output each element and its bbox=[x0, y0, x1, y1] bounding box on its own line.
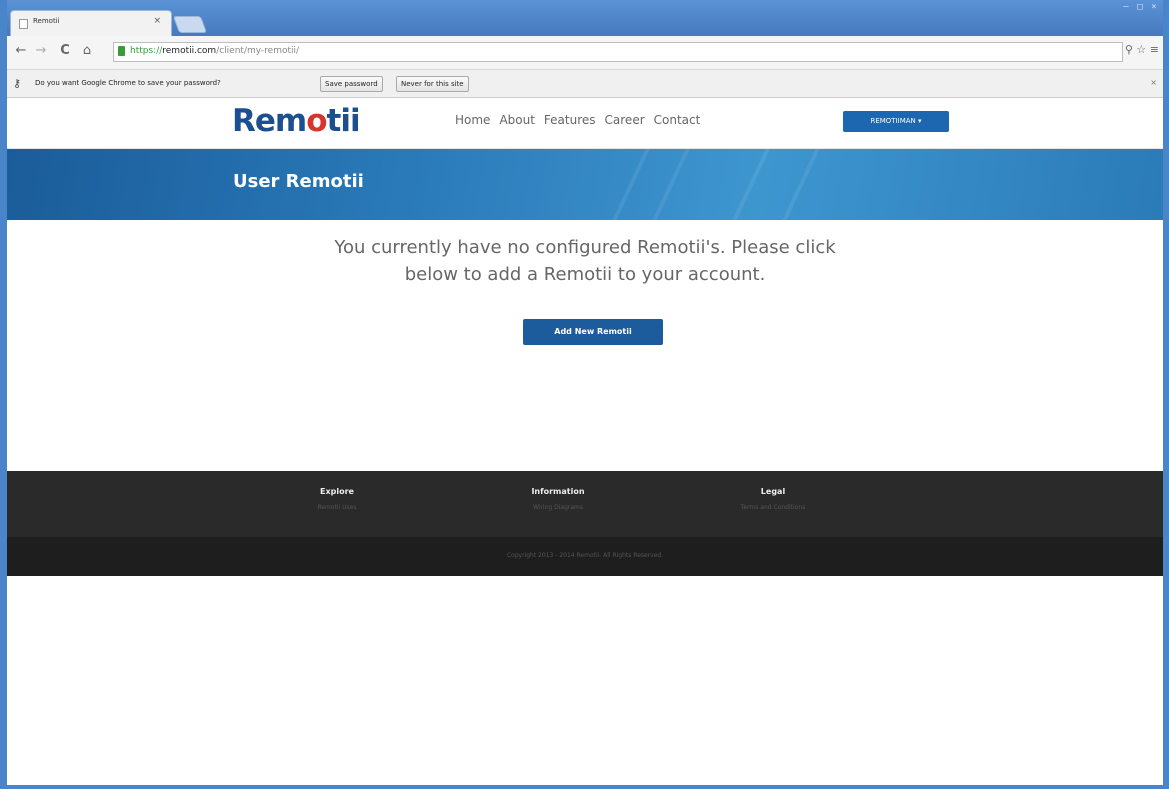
logo-text-end: tii bbox=[326, 103, 361, 139]
footer-heading: Information bbox=[531, 487, 585, 496]
page-banner: User Remotii bbox=[7, 149, 1163, 220]
banner-decoration bbox=[646, 149, 692, 220]
browser-toolbar: ← → C ⌂ https://remotii.com/client/my-re… bbox=[7, 36, 1163, 70]
close-window-icon[interactable]: × bbox=[1147, 2, 1161, 12]
footer-column-explore: Explore Remotii Uses bbox=[257, 487, 417, 511]
save-password-button[interactable]: Save password bbox=[320, 76, 383, 92]
nav-home[interactable]: Home bbox=[455, 113, 490, 127]
infobar-message: Do you want Google Chrome to save your p… bbox=[35, 79, 221, 87]
banner-decoration bbox=[606, 149, 652, 220]
close-tab-icon[interactable]: × bbox=[153, 16, 161, 26]
user-menu-button[interactable]: REMOTIIMAN ▾ bbox=[843, 111, 949, 132]
never-save-button[interactable]: Never for this site bbox=[396, 76, 469, 92]
maximize-icon[interactable]: □ bbox=[1133, 2, 1147, 12]
home-icon[interactable]: ⌂ bbox=[79, 43, 95, 59]
url-text: https://remotii.com/client/my-remotii/ bbox=[130, 46, 299, 56]
site-footer: Explore Remotii Uses Information Wiring … bbox=[7, 471, 1163, 537]
footer-link[interactable]: Wiring Diagrams bbox=[478, 504, 638, 511]
page-viewport: Remotii Home About Features Career Conta… bbox=[7, 98, 1163, 785]
main-nav: Home About Features Career Contact bbox=[455, 113, 700, 127]
footer-heading: Explore bbox=[320, 487, 354, 496]
url-path: /client/my-remotii/ bbox=[216, 46, 300, 56]
tab-title: Remotii bbox=[33, 17, 60, 25]
back-arrow-icon[interactable]: ← bbox=[13, 43, 29, 59]
lock-icon bbox=[118, 46, 125, 56]
copyright-text: Copyright 2013 - 2014 Remotii. All Right… bbox=[506, 552, 664, 559]
infobar-close-icon[interactable]: × bbox=[1150, 78, 1157, 87]
toolbar-icons[interactable]: ⚲ ☆ ≡ bbox=[1125, 43, 1159, 56]
footer-heading: Legal bbox=[760, 487, 786, 496]
footer-link[interactable]: Terms and Conditions bbox=[693, 504, 853, 511]
page-title: User Remotii bbox=[233, 171, 364, 192]
footer-column-information: Information Wiring Diagrams bbox=[478, 487, 638, 511]
footer-bottom-bar: Copyright 2013 - 2014 Remotii. All Right… bbox=[7, 537, 1163, 576]
banner-decoration bbox=[726, 149, 772, 220]
browser-tab[interactable]: Remotii × bbox=[10, 10, 172, 36]
message-line-1: You currently have no configured Remotii… bbox=[334, 237, 836, 258]
empty-state-message: You currently have no configured Remotii… bbox=[7, 234, 1163, 288]
message-line-2: below to add a Remotii to your account. bbox=[404, 264, 766, 285]
nav-about[interactable]: About bbox=[499, 113, 534, 127]
nav-career[interactable]: Career bbox=[605, 113, 645, 127]
reload-icon[interactable]: C bbox=[57, 43, 73, 59]
site-header: Remotii Home About Features Career Conta… bbox=[7, 98, 1163, 149]
window-controls: – □ × bbox=[1119, 2, 1161, 12]
url-scheme: https:// bbox=[130, 46, 163, 56]
power-icon: o bbox=[306, 103, 327, 139]
key-icon: ⚷ bbox=[13, 77, 22, 90]
forward-arrow-icon[interactable]: → bbox=[33, 43, 49, 59]
banner-decoration bbox=[776, 149, 822, 220]
logo-text-start: Rem bbox=[232, 103, 307, 139]
add-new-remotii-button[interactable]: Add New Remotii bbox=[523, 319, 663, 345]
new-tab-button[interactable] bbox=[172, 16, 208, 33]
nav-contact[interactable]: Contact bbox=[654, 113, 701, 127]
password-infobar: ⚷ Do you want Google Chrome to save your… bbox=[7, 70, 1163, 98]
footer-column-legal: Legal Terms and Conditions bbox=[693, 487, 853, 511]
address-bar[interactable]: https://remotii.com/client/my-remotii/ bbox=[113, 42, 1123, 62]
nav-features[interactable]: Features bbox=[544, 113, 596, 127]
page-icon bbox=[19, 19, 28, 29]
footer-link[interactable]: Remotii Uses bbox=[257, 504, 417, 511]
minimize-icon[interactable]: – bbox=[1119, 2, 1133, 12]
url-host: remotii.com bbox=[162, 46, 217, 56]
remotii-logo[interactable]: Remotii bbox=[232, 103, 361, 139]
